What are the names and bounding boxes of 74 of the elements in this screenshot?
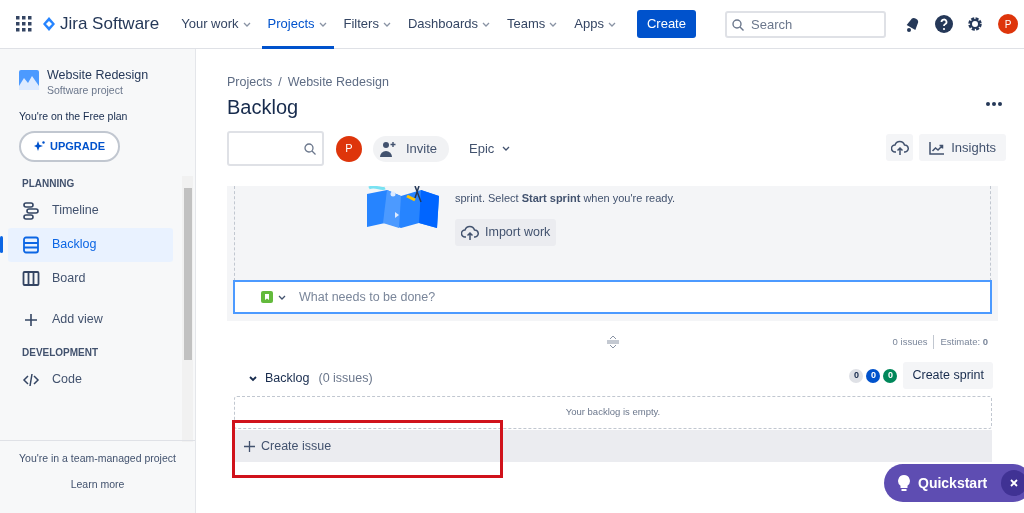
import-work-button[interactable]: Import work — [455, 219, 557, 246]
breadcrumb-separator: / — [278, 74, 282, 91]
active-indicator — [0, 235, 3, 253]
nav-menu[interactable]: Teams — [501, 0, 565, 49]
sidebar-item[interactable]: Timeline — [8, 193, 173, 228]
backlog-title: Backlog — [265, 370, 310, 387]
quickstart-button[interactable]: Quickstart — [884, 464, 1024, 502]
nav-menu[interactable]: Filters — [337, 0, 398, 49]
issue-count: (0 issues) — [318, 370, 373, 387]
sparkle-icon — [34, 140, 45, 152]
search-icon — [732, 18, 744, 31]
timeline-icon — [22, 201, 40, 220]
count-badge: 0 — [849, 368, 864, 383]
cloud-upload-icon — [890, 139, 909, 156]
apps-grid-icon — [16, 16, 32, 32]
nav-menu[interactable]: Projects — [261, 0, 334, 49]
plus-icon — [244, 440, 255, 452]
project-type: Software project — [47, 83, 124, 97]
user-avatar[interactable]: P — [336, 135, 362, 162]
page-title: Backlog — [227, 95, 299, 120]
issue-input-field[interactable]: What needs to be done? — [233, 280, 992, 314]
chevron-icon — [501, 144, 512, 153]
add-person-icon — [379, 139, 397, 158]
upgrade-button[interactable]: UPGRADE — [19, 130, 120, 162]
help-icon — [934, 14, 954, 34]
section-heading: PLANNING — [21, 176, 76, 191]
user-avatar[interactable]: P — [998, 14, 1018, 34]
search-icon — [304, 142, 316, 155]
drag-handle-icon — [606, 335, 620, 349]
count-badge: 0 — [866, 368, 881, 383]
section-heading: DEVELOPMENT — [21, 345, 100, 360]
product-name: Jira Software — [60, 13, 160, 36]
upload-button[interactable] — [886, 134, 914, 161]
scrollbar[interactable] — [182, 176, 193, 442]
chart-icon — [929, 140, 946, 155]
breadcrumb-link[interactable]: Projects — [227, 73, 273, 92]
chevron-icon — [248, 373, 258, 383]
nav-menu[interactable]: Apps — [568, 0, 623, 49]
invite-button[interactable]: Invite — [373, 135, 450, 162]
plan-note: You're on the Free plan — [18, 109, 129, 124]
more-icon — [986, 102, 1002, 106]
close-button[interactable] — [1001, 470, 1024, 496]
diamond-logo-icon — [42, 16, 56, 32]
breadcrumb-link[interactable]: Website Redesign — [287, 73, 389, 92]
count-badge: 0 — [883, 368, 898, 383]
footer-note: You're in a team-managed project — [18, 451, 177, 466]
sidebar-item[interactable]: Code — [8, 362, 173, 397]
search-field[interactable]: Search — [725, 10, 886, 38]
nav-menu[interactable]: Your work — [175, 0, 258, 49]
cloud-upload-icon — [461, 224, 479, 241]
map-drawing — [367, 186, 439, 228]
create-sprint-button[interactable]: Create sprint — [903, 362, 993, 389]
close-icon — [1010, 479, 1019, 487]
epic-dropdown[interactable]: Epic — [461, 135, 520, 162]
chevron-icon — [277, 293, 287, 302]
estimate: Estimate: 0 — [939, 335, 988, 349]
create-issue-button[interactable]: Create issue — [234, 430, 992, 462]
empty-message: Your backlog is empty. — [565, 405, 661, 420]
story-icon — [261, 291, 273, 303]
project-avatar-icon — [19, 70, 39, 90]
lightbulb-icon — [898, 475, 910, 491]
learn-more-link[interactable]: Learn more — [70, 476, 125, 493]
sidebar-item[interactable]: Add view — [8, 302, 173, 337]
board-icon — [22, 269, 40, 288]
project-name: Website Redesign — [47, 67, 149, 83]
sidebar-item[interactable]: Board — [8, 261, 173, 296]
issue-count: 0 issues — [892, 335, 935, 350]
insights-button[interactable]: Insights — [919, 134, 1006, 161]
create-button[interactable]: Create — [636, 10, 696, 38]
settings-icon — [966, 15, 984, 33]
board-search-field[interactable] — [227, 131, 324, 166]
nav-menu[interactable]: Dashboards — [401, 0, 497, 49]
sprint-instructions: sprint. Select Start sprint when you're ready. — [455, 191, 676, 206]
backlog-icon — [22, 235, 40, 254]
